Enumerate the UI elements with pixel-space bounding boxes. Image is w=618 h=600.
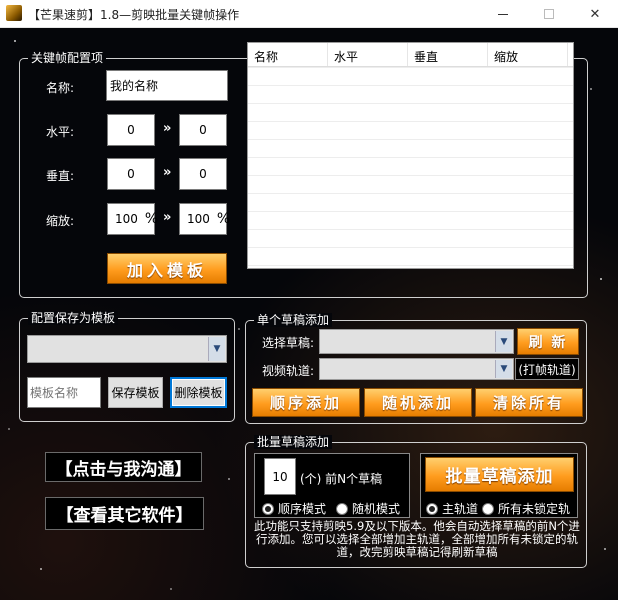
scale-to-input[interactable]: 100 % <box>179 203 231 235</box>
column-header-vertical[interactable]: 垂直 <box>408 43 488 66</box>
percent-sign: % <box>216 211 231 227</box>
scale-to-value: 100 <box>187 212 210 226</box>
chevron-down-icon[interactable]: ▼ <box>495 331 512 352</box>
column-header-horizontal[interactable]: 水平 <box>328 43 408 66</box>
percent-sign: % <box>144 211 159 227</box>
table-header: 名称 水平 垂直 缩放 <box>248 43 573 67</box>
template-name-input[interactable] <box>27 377 101 408</box>
track-main-label: 主轨道 <box>442 502 479 516</box>
scale-from-input[interactable]: 100 % <box>107 203 159 235</box>
vertical-to-input[interactable]: 0 <box>179 158 227 190</box>
mode-sequential-label: 顺序模式 <box>278 502 327 516</box>
view-other-software-button[interactable]: 【查看其它软件】 <box>45 497 204 530</box>
vertical-arrow-icon: » <box>163 165 172 180</box>
mode-random-radio[interactable]: 随机模式 <box>336 500 400 517</box>
close-button[interactable]: ✕ <box>572 0 618 28</box>
maximize-icon <box>544 9 554 19</box>
random-add-button[interactable]: 随机添加 <box>364 388 472 417</box>
title-bar[interactable]: 【芒果速剪】1.8—剪映批量关键帧操作 ✕ <box>0 0 618 28</box>
name-label: 名称: <box>46 81 75 95</box>
contact-me-button[interactable]: 【点击与我沟通】 <box>45 452 202 482</box>
close-icon: ✕ <box>589 6 601 22</box>
minimize-button[interactable] <box>480 0 526 28</box>
scale-label: 缩放: <box>46 214 75 228</box>
horizontal-label: 水平: <box>46 125 75 139</box>
refresh-button[interactable]: 刷 新 <box>517 328 579 355</box>
clear-all-button[interactable]: 清除所有 <box>475 388 583 417</box>
batch-info-note: 此功能只支持剪映5.9及以下版本。他会自动选择草稿的前N个进行添加。您可以选择全… <box>254 519 580 559</box>
mode-sequential-radio[interactable]: 顺序模式 <box>262 500 326 517</box>
batch-draft-label: 批量草稿添加 <box>254 435 333 449</box>
column-header-scale[interactable]: 缩放 <box>488 43 568 66</box>
star-decoration <box>600 278 602 280</box>
star-decoration <box>40 568 42 570</box>
radio-off-icon <box>482 502 494 515</box>
name-input[interactable]: 我的名称 <box>106 70 228 101</box>
delete-template-button[interactable]: 删除模板 <box>170 377 227 408</box>
track-main-radio[interactable]: 主轨道 <box>426 500 478 517</box>
video-track-label: 视频轨道: <box>262 364 315 378</box>
scale-from-value: 100 <box>115 212 138 226</box>
radio-on-icon <box>262 502 274 515</box>
star-decoration <box>14 40 16 42</box>
mode-random-label: 随机模式 <box>352 502 401 516</box>
maximize-button[interactable] <box>526 0 572 28</box>
star-decoration <box>238 328 240 330</box>
star-decoration <box>8 428 10 430</box>
sequential-add-button[interactable]: 顺序添加 <box>252 388 360 417</box>
app-logo-icon <box>6 5 22 21</box>
horizontal-to-input[interactable]: 0 <box>179 114 227 146</box>
track-all-unlocked-radio[interactable]: 所有未锁定轨 <box>482 500 570 517</box>
chevron-down-icon[interactable]: ▼ <box>208 337 225 361</box>
chevron-down-icon[interactable]: ▼ <box>495 360 512 378</box>
select-draft-label: 选择草稿: <box>262 336 315 350</box>
table-body[interactable] <box>248 67 573 268</box>
radio-off-icon <box>336 502 348 515</box>
vertical-label: 垂直: <box>46 169 75 183</box>
window-title: 【芒果速剪】1.8—剪映批量关键帧操作 <box>28 8 240 22</box>
star-decoration <box>590 88 592 90</box>
save-template-label: 配置保存为模板 <box>28 311 119 325</box>
add-to-template-button[interactable]: 加入模板 <box>107 253 227 284</box>
keyframe-config-label: 关键帧配置项 <box>28 51 107 65</box>
keyframe-table[interactable]: 名称 水平 垂直 缩放 <box>247 42 574 269</box>
single-draft-label: 单个草稿添加 <box>254 313 333 327</box>
save-template-button[interactable]: 保存模板 <box>108 377 163 408</box>
track-all-unlocked-label: 所有未锁定轨 <box>498 502 571 516</box>
draft-count-suffix: (个) 前N个草稿 <box>300 472 383 486</box>
minimize-icon <box>498 13 508 15</box>
video-track-select[interactable]: ▼ <box>319 358 514 380</box>
star-decoration <box>604 548 606 550</box>
vertical-from-input[interactable]: 0 <box>107 158 155 190</box>
horizontal-from-input[interactable]: 0 <box>107 114 155 146</box>
draft-select[interactable]: ▼ <box>319 329 514 354</box>
star-decoration <box>228 478 230 480</box>
template-select[interactable]: ▼ <box>27 335 227 363</box>
track-hint-label: (打帧轨道) <box>515 358 579 380</box>
star-decoration <box>170 588 172 590</box>
batch-add-drafts-button[interactable]: 批量草稿添加 <box>425 457 574 492</box>
horizontal-arrow-icon: » <box>163 121 172 136</box>
radio-on-icon <box>426 502 438 515</box>
draft-count-input[interactable]: 10 <box>264 458 296 495</box>
column-header-name[interactable]: 名称 <box>248 43 328 66</box>
scale-arrow-icon: » <box>163 210 172 225</box>
